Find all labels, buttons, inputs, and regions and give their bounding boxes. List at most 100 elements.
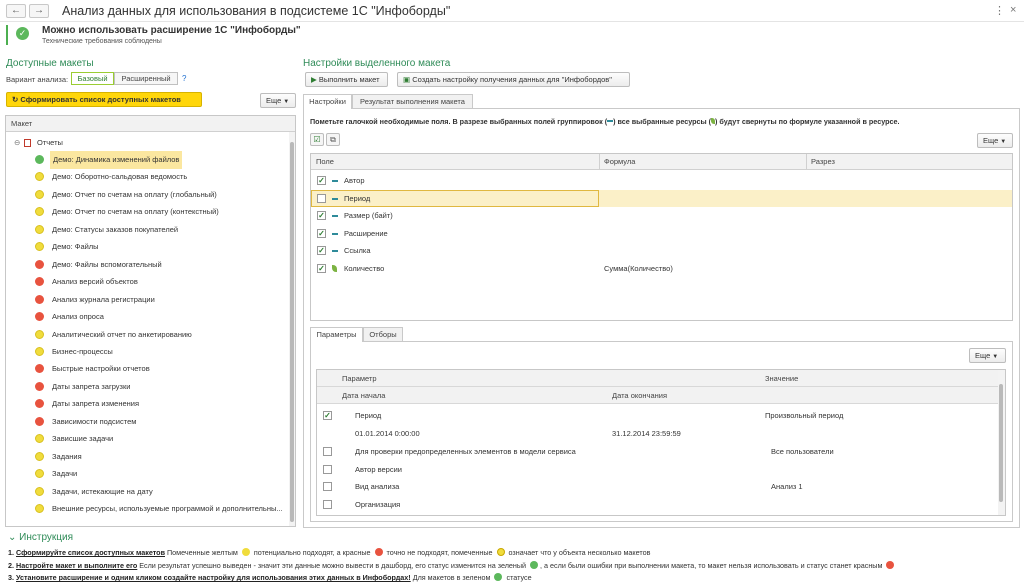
yellow-status-icon (35, 224, 44, 234)
param-name: Для проверки предопределенных элементов … (355, 447, 576, 456)
field-row[interactable]: Период (311, 189, 1012, 208)
params-grid: Параметр Значение Дата начала Дата оконч… (316, 369, 1006, 516)
column-end-date: Дата окончания (612, 391, 668, 400)
tab-parameters[interactable]: Параметры (310, 327, 363, 342)
field-checkbox[interactable]: ✓ (317, 176, 326, 185)
collapse-icon[interactable]: ⊖ (14, 134, 20, 151)
arrow-right-icon: → (34, 5, 44, 16)
tree-root-reports[interactable]: ⊖ Отчеты (6, 134, 290, 151)
left-more-button[interactable]: Еще ▼ (260, 93, 296, 108)
instructions-title[interactable]: ⌄ Инструкция (8, 532, 73, 543)
layout-item[interactable]: Анализ опроса (6, 308, 290, 326)
more-menu-icon[interactable]: ⋮ (994, 4, 1005, 17)
param-checkbox[interactable] (323, 464, 332, 474)
run-layout-button[interactable]: ▶ Выполнить макет (305, 72, 388, 87)
tab-settings[interactable]: Настройки (303, 94, 352, 109)
instruction-link-1[interactable]: Сформируйте список доступных макетов (16, 548, 165, 557)
layout-item[interactable]: Демо: Файлы (6, 238, 290, 256)
layouts-scrollbar[interactable] (289, 132, 295, 526)
scroll-thumb[interactable] (290, 142, 294, 522)
layout-item[interactable]: Демо: Статусы заказов покупателей (6, 221, 290, 239)
tab-execution-result[interactable]: Результат выполнения макета (352, 94, 473, 108)
resource-field-icon (332, 265, 337, 272)
params-header-row1: Параметр Значение (317, 370, 1005, 387)
param-value[interactable]: Анализ 1 (771, 478, 803, 496)
instruction-link-2[interactable]: Настройте макет и выполните его (16, 561, 137, 570)
params-more-button[interactable]: Еще ▼ (969, 348, 1006, 363)
params-scroll-thumb[interactable] (999, 384, 1003, 502)
layout-item[interactable]: Даты запрета загрузки (6, 378, 290, 396)
column-start-date: Дата начала (342, 391, 386, 400)
multi-layout-icon (496, 548, 505, 556)
layout-item[interactable]: Демо: Динамика изменений файлов (6, 151, 290, 169)
layout-item-label: Демо: Файлы (52, 242, 99, 252)
layout-item[interactable]: Задачи (6, 465, 290, 483)
tab-filters[interactable]: Отборы (363, 327, 403, 341)
red-status-icon (35, 259, 44, 269)
layout-item[interactable]: Аналитический отчет по анкетированию (6, 326, 290, 344)
check-all-button[interactable]: ☑ (310, 133, 324, 146)
layout-item-label: Задачи (52, 469, 78, 479)
param-checkbox[interactable] (323, 482, 332, 491)
create-setting-button[interactable]: ▣ Создать настройку получения данных для… (397, 72, 630, 87)
layout-item[interactable]: Демо: Оборотно-сальдовая ведомость (6, 168, 290, 186)
field-checkbox[interactable]: ✓ (317, 211, 326, 221)
layout-item[interactable]: Демо: Файлы вспомогательный (6, 256, 290, 274)
banner-subtitle: Технические требования соблюдены (42, 38, 162, 45)
layout-item[interactable]: Зависшие задачи (6, 430, 290, 448)
banner-title: Можно использовать расширение 1С "Инфобо… (42, 25, 301, 36)
param-checkbox[interactable] (323, 499, 332, 509)
variant-extended-toggle[interactable]: Расширенный (114, 72, 178, 85)
fields-note: Пометьте галочкой необходимые поля. В ра… (310, 117, 900, 126)
param-checkbox[interactable] (323, 447, 332, 456)
group-field-icon (332, 215, 338, 218)
red-status-icon (35, 277, 44, 287)
layout-item[interactable]: Даты запрета изменения (6, 395, 290, 413)
layout-item[interactable]: Задачи, истекающие на дату (6, 483, 290, 501)
param-row[interactable]: Автор версии (317, 461, 1005, 479)
layout-item[interactable]: Демо: Отчет по счетам на оплату (контекс… (6, 203, 290, 221)
layout-item[interactable]: Анализ журнала регистрации (6, 291, 290, 309)
param-row[interactable]: Вид анализа Анализ 1 (317, 478, 1005, 496)
layouts-tree: Макет ⊖ Отчеты Демо: Динамика изменений … (5, 115, 296, 527)
green-status-icon (35, 155, 44, 164)
close-icon[interactable]: × (1010, 4, 1016, 16)
layout-item[interactable]: Бизнес-процессы (6, 343, 290, 361)
instruction-link-3[interactable]: Установите расширение и одним кликом соз… (16, 573, 411, 582)
layout-item[interactable]: Задания (6, 448, 290, 466)
param-value[interactable]: Все пользователи (771, 443, 834, 461)
field-checkbox[interactable]: ✓ (317, 246, 326, 256)
forward-button[interactable]: → (29, 4, 49, 18)
layout-item-label: Бизнес-процессы (52, 346, 113, 356)
refresh-icon: ↻ (12, 95, 19, 104)
generate-list-button[interactable]: ↻ Сформировать список доступных макетов (6, 92, 202, 107)
field-row[interactable]: ✓ Ссылка (311, 242, 1012, 260)
field-row[interactable]: ✓ Размер (байт) (311, 207, 1012, 225)
field-name: Автор (344, 176, 365, 185)
help-icon[interactable]: ? (182, 74, 186, 83)
back-button[interactable]: ← (6, 4, 26, 18)
layout-item[interactable]: Быстрые настройки отчетов (6, 360, 290, 378)
field-row[interactable]: ✓ Количество Сумма(Количество) (311, 260, 1012, 278)
param-row[interactable]: Организация (317, 496, 1005, 514)
field-checkbox[interactable]: ✓ (317, 264, 326, 273)
layout-item[interactable]: Внешние ресурсы, используемые программой… (6, 500, 290, 518)
copy-button[interactable]: ⧉ (326, 133, 340, 146)
fields-more-button[interactable]: Еще ▼ (977, 133, 1013, 148)
field-name: Количество (344, 264, 385, 273)
field-checkbox[interactable]: ✓ (317, 228, 326, 238)
params-scrollbar[interactable] (998, 370, 1005, 515)
layout-item[interactable]: Зависимости подсистем (6, 413, 290, 431)
param-row-period[interactable]: ✓ Период Произвольный период (317, 406, 1005, 425)
param-period-checkbox[interactable]: ✓ (323, 411, 332, 420)
param-row[interactable]: Для проверки предопределенных элементов … (317, 443, 1005, 461)
red-status-icon (35, 312, 44, 322)
layout-item[interactable]: Анализ версий объектов (6, 273, 290, 291)
layout-item[interactable]: Демо: Отчет по счетам на оплату (глобаль… (6, 186, 290, 204)
variant-basic-toggle[interactable]: Базовый (71, 72, 114, 85)
field-row[interactable]: ✓ Автор (311, 172, 1012, 190)
report-icon (24, 139, 31, 147)
param-row-period-dates[interactable]: 01.01.2014 0:00:00 31.12.2014 23:59:59 (317, 425, 1005, 442)
field-row[interactable]: ✓ Расширение (311, 225, 1012, 243)
column-parameter: Параметр (342, 374, 377, 383)
